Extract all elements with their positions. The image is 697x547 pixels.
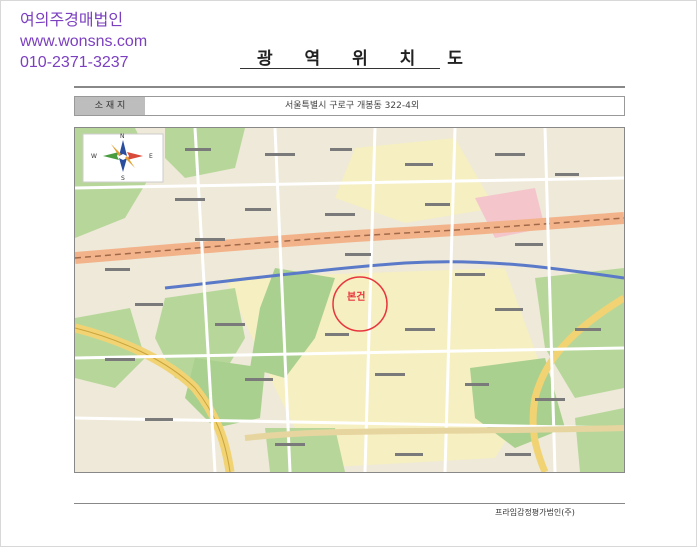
address-row: 소 재 지 서울특별시 구로구 개봉동 322-4외 — [74, 96, 625, 116]
green-park-southeast — [575, 408, 624, 472]
address-label: 소 재 지 — [75, 97, 145, 115]
compass-north: N — [120, 133, 125, 140]
compass-east: E — [149, 153, 153, 160]
compass-south: S — [121, 175, 125, 182]
watermark-company: 여의주경매법인 — [20, 12, 124, 29]
location-map[interactable]: 본건 N S W E — [74, 127, 625, 473]
map-canvas[interactable]: 본건 N S W E — [75, 128, 624, 472]
watermark-website[interactable]: www.wonsns.com — [20, 31, 147, 52]
document-title: 광 역 위 치 도 — [257, 49, 476, 69]
appraiser-footer: 프라임감정평가법인(주) — [495, 508, 575, 517]
compass-rose: N S W E — [82, 133, 164, 183]
compass-west: W — [91, 153, 97, 160]
top-rule — [74, 86, 625, 88]
watermark-phone: 010-2371-3237 — [20, 54, 129, 71]
bottom-rule — [74, 503, 625, 504]
title-underline — [240, 68, 440, 69]
subject-label: 본건 — [347, 290, 365, 303]
watermark: 여의주경매법인 www.wonsns.com 010-2371-3237 — [20, 10, 147, 73]
address-value: 서울특별시 구로구 개봉동 322-4외 — [285, 101, 420, 111]
